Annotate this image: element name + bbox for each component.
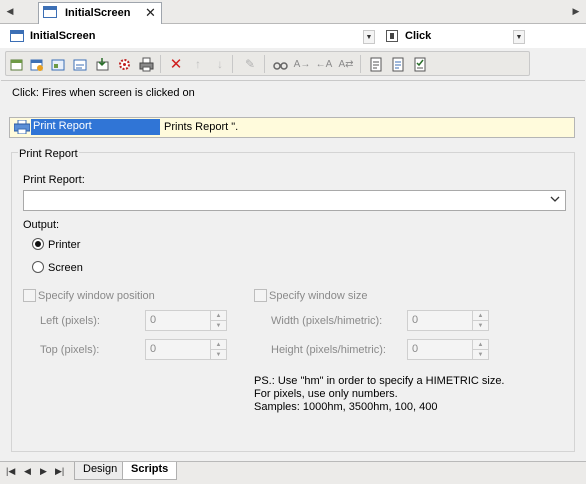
width-label: Width (pixels/himetric): — [271, 315, 383, 327]
top-value: 0 — [150, 343, 157, 355]
left-label: Left (pixels): — [40, 315, 100, 327]
height-spinner[interactable]: 0 ▲ ▼ — [407, 339, 489, 360]
spin-up-icon[interactable]: ▲ — [210, 340, 226, 350]
last-tab-icon[interactable]: ▶| — [55, 466, 64, 477]
top-label: Top (pixels): — [40, 344, 100, 356]
indent-icon[interactable] — [368, 56, 384, 72]
event-icon — [386, 30, 398, 42]
print-report-label: Print Report: — [23, 174, 85, 186]
chevron-down-icon[interactable] — [549, 192, 561, 209]
tab-design[interactable]: Design — [74, 462, 127, 480]
help-note-line: PS.: Use "hm" in order to specify a HIME… — [254, 375, 505, 387]
spin-up-icon[interactable]: ▲ — [472, 311, 488, 321]
open-screen-icon[interactable] — [50, 56, 66, 72]
checklist-icon[interactable] — [412, 56, 428, 72]
insert-script-icon[interactable] — [28, 56, 44, 72]
outdent-icon[interactable] — [390, 56, 406, 72]
radio-printer[interactable] — [32, 238, 44, 250]
event-selector[interactable]: Click — [405, 30, 431, 42]
tab-label: InitialScreen — [65, 7, 131, 19]
import-icon[interactable] — [94, 56, 110, 72]
toolbar-separator — [360, 55, 361, 73]
width-spinner[interactable]: 0 ▲ ▼ — [407, 310, 489, 331]
print-report-combo[interactable] — [23, 190, 566, 211]
close-icon[interactable]: ✕ — [145, 5, 156, 21]
screen-properties-icon[interactable] — [72, 56, 88, 72]
printer-icon — [13, 119, 31, 135]
find-next-icon[interactable]: A→ — [294, 56, 311, 72]
radio-screen-label: Screen — [48, 262, 83, 274]
tab-scripts[interactable]: Scripts — [122, 462, 178, 480]
top-spinner[interactable]: 0 ▲ ▼ — [145, 339, 227, 360]
toolbar-separator — [232, 55, 233, 73]
spin-down-icon[interactable]: ▼ — [210, 321, 226, 331]
width-value: 0 — [412, 314, 419, 326]
radio-printer-label: Printer — [48, 239, 81, 251]
help-note-line: Samples: 1000hm, 3500hm, 100, 400 — [254, 401, 438, 413]
command-name[interactable]: Print Report — [31, 119, 160, 135]
specify-size-label: Specify window size — [269, 290, 368, 302]
object-selector[interactable]: InitialScreen — [30, 30, 95, 42]
move-down-icon[interactable]: ↓ — [212, 56, 228, 72]
specify-size-checkbox[interactable] — [254, 289, 267, 302]
spin-down-icon[interactable]: ▼ — [472, 321, 488, 331]
radio-screen[interactable] — [32, 261, 44, 273]
replace-icon[interactable]: A⇄ — [338, 56, 354, 72]
event-description: Click: Fires when screen is clicked on — [12, 87, 195, 99]
previous-tab-icon[interactable]: ◀ — [24, 466, 31, 477]
tab-initial-screen[interactable]: InitialScreen ✕ — [38, 2, 162, 24]
height-label: Height (pixels/himetric): — [271, 344, 386, 356]
new-script-icon[interactable] — [8, 56, 24, 72]
event-dropdown-button[interactable]: ▼ — [513, 30, 525, 44]
delete-icon[interactable]: ✕ — [168, 56, 184, 73]
left-value: 0 — [150, 314, 157, 326]
screen-icon — [10, 30, 24, 42]
specify-position-label: Specify window position — [38, 290, 155, 302]
spin-down-icon[interactable]: ▼ — [472, 350, 488, 360]
specify-position-checkbox[interactable] — [23, 289, 36, 302]
spin-up-icon[interactable]: ▲ — [210, 311, 226, 321]
output-label: Output: — [23, 219, 60, 231]
wand-icon[interactable]: ✎ — [242, 56, 258, 72]
move-up-icon[interactable]: ↑ — [190, 56, 206, 72]
command-detail: Prints Report ". — [164, 121, 239, 133]
tab-scroll-right-icon[interactable]: ▶ — [569, 4, 583, 18]
spin-up-icon[interactable]: ▲ — [472, 340, 488, 350]
spin-down-icon[interactable]: ▼ — [210, 350, 226, 360]
help-note-line: For pixels, use only numbers. — [254, 388, 398, 400]
left-spinner[interactable]: 0 ▲ ▼ — [145, 310, 227, 331]
toolbar-separator — [160, 55, 161, 73]
toolbar-separator — [264, 55, 265, 73]
group-title: Print Report — [18, 148, 79, 160]
object-dropdown-button[interactable]: ▼ — [363, 30, 375, 44]
find-icon[interactable] — [272, 56, 288, 72]
screen-icon — [43, 6, 57, 18]
settings-gear-icon[interactable] — [116, 56, 132, 72]
first-tab-icon[interactable]: |◀ — [6, 466, 15, 477]
next-tab-icon[interactable]: ▶ — [40, 466, 47, 477]
print-icon[interactable] — [138, 56, 154, 72]
tab-scroll-left-icon[interactable]: ◀ — [3, 4, 17, 18]
height-value: 0 — [412, 343, 419, 355]
find-previous-icon[interactable]: ←A — [316, 56, 333, 72]
